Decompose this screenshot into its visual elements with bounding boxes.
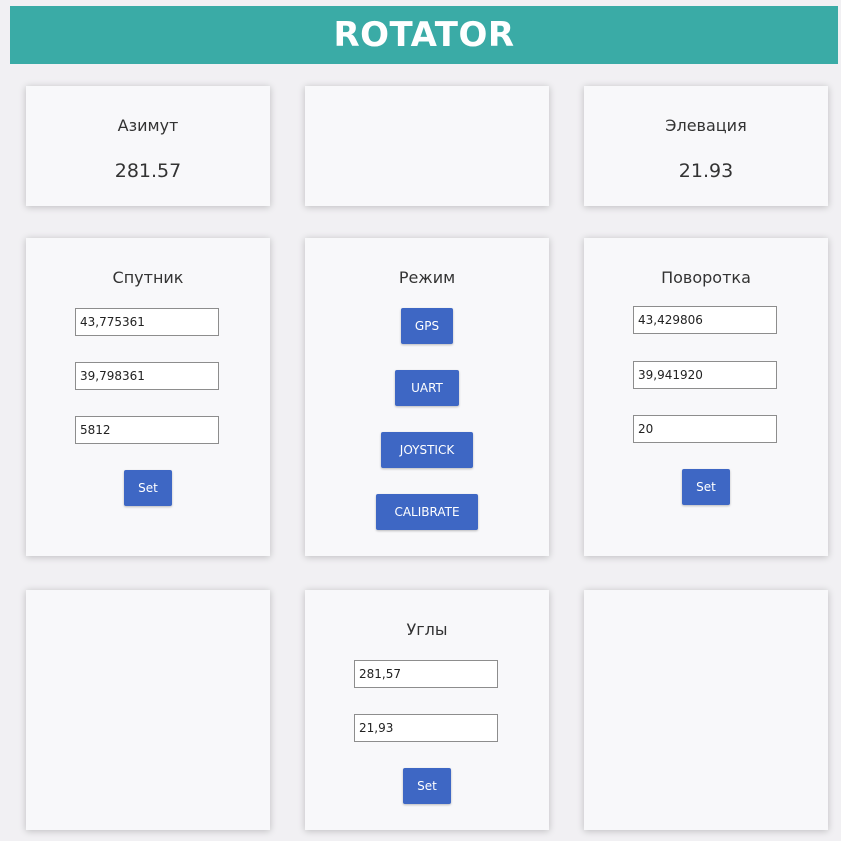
satellite-lat-field[interactable]: 43,775361	[75, 308, 219, 336]
mode-uart-button[interactable]: UART	[395, 370, 459, 406]
app-header: ROTATOR	[10, 6, 838, 64]
angles-set-button[interactable]: Set	[403, 768, 451, 804]
mode-joystick-button[interactable]: JOYSTICK	[381, 432, 473, 468]
page: ROTATOR Азимут 281.57 Элевация 21.93 Спу…	[0, 0, 841, 841]
empty-card-bottom-right	[584, 590, 828, 830]
azimuth-value: 281.57	[114, 160, 182, 182]
elevation-card: Элевация 21.93	[584, 86, 828, 206]
satellite-set-button[interactable]: Set	[124, 470, 172, 506]
satellite-card: Спутник 43,775361 39,798361 5812 Set	[26, 238, 270, 556]
rotator-alt-field[interactable]: 20	[633, 415, 777, 443]
angles-elevation-field[interactable]: 21,93	[354, 714, 498, 742]
satellite-label: Спутник	[112, 268, 184, 287]
elevation-value: 21.93	[678, 160, 734, 182]
empty-card-bottom-left	[26, 590, 270, 830]
angles-azimuth-field[interactable]: 281,57	[354, 660, 498, 688]
elevation-label: Элевация	[665, 116, 747, 135]
rotator-label: Поворотка	[661, 268, 751, 287]
rotator-card: Поворотка 43,429806 39,941920 20 Set	[584, 238, 828, 556]
empty-card-top	[305, 86, 549, 206]
azimuth-label: Азимут	[117, 116, 179, 135]
mode-gps-button[interactable]: GPS	[401, 308, 453, 344]
angles-card: Углы 281,57 21,93 Set	[305, 590, 549, 830]
rotator-set-button[interactable]: Set	[682, 469, 730, 505]
rotator-lon-field[interactable]: 39,941920	[633, 361, 777, 389]
mode-label: Режим	[398, 268, 456, 287]
mode-card: Режим GPS UART JOYSTICK CALIBRATE	[305, 238, 549, 556]
app-title: ROTATOR	[333, 15, 515, 55]
satellite-lon-field[interactable]: 39,798361	[75, 362, 219, 390]
rotator-lat-field[interactable]: 43,429806	[633, 306, 777, 334]
satellite-alt-field[interactable]: 5812	[75, 416, 219, 444]
angles-label: Углы	[406, 620, 448, 639]
mode-calibrate-button[interactable]: CALIBRATE	[376, 494, 478, 530]
azimuth-card: Азимут 281.57	[26, 86, 270, 206]
